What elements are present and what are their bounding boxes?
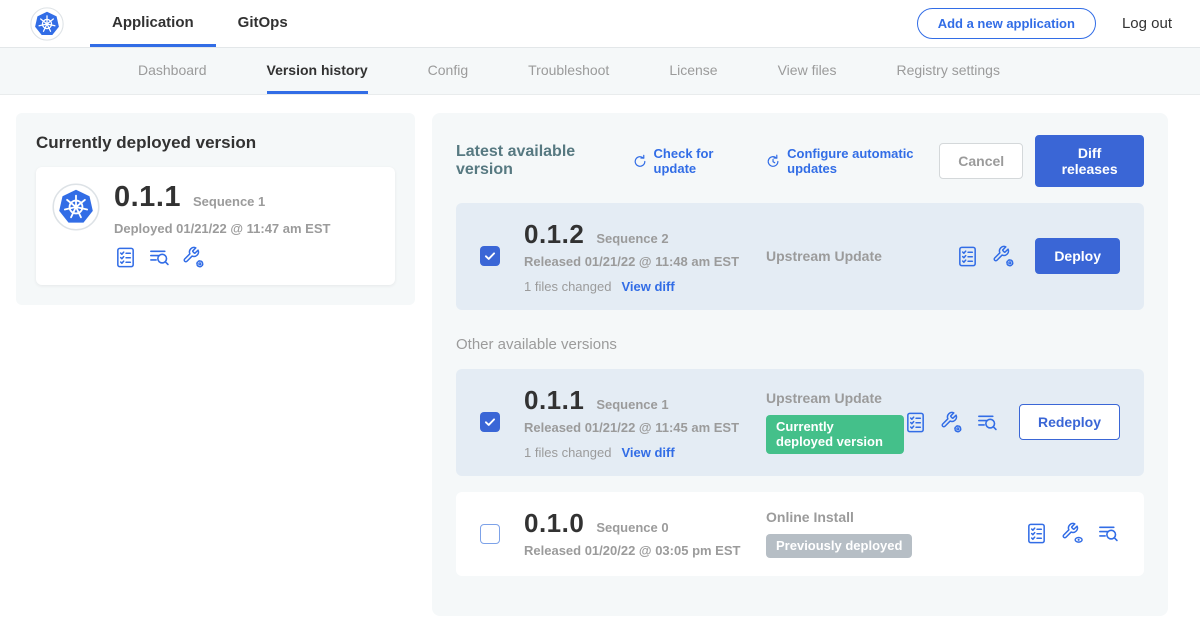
top-nav: Application GitOps Add a new application… [0,0,1200,48]
logout-button[interactable]: Log out [1122,15,1172,32]
other-available-versions-title: Other available versions [456,336,1144,353]
deploy-logs-icon[interactable] [148,246,171,269]
version-number: 0.1.1 [524,385,584,416]
released-timestamp: Released 01/21/22 @ 11:45 am EST [524,420,742,437]
version-source-label: Upstream Update [766,390,904,406]
files-changed-label: 1 files changed [524,279,611,294]
deploy-button[interactable]: Deploy [1035,238,1120,274]
sequence-label: Sequence 1 [596,397,668,412]
tab-troubleshoot[interactable]: Troubleshoot [528,48,609,94]
tab-license[interactable]: License [669,48,717,94]
tab-config[interactable]: Config [428,48,468,94]
app-logo [0,0,90,47]
preflight-checklist-icon[interactable] [1025,522,1048,545]
version-number: 0.1.2 [524,219,584,250]
currently-deployed-title: Currently deployed version [36,133,395,153]
kubernetes-logo-icon [30,7,64,41]
add-new-application-button[interactable]: Add a new application [917,8,1096,39]
diff-releases-button[interactable]: Diff releases [1035,135,1144,187]
configure-automatic-updates-label: Configure automatic updates [787,146,939,176]
redeploy-button[interactable]: Redeploy [1019,404,1120,440]
checkmark-icon [483,415,497,429]
version-checkbox[interactable] [480,412,500,432]
version-source-label: Online Install [766,509,1025,525]
deployed-timestamp: Deployed 01/21/22 @ 11:47 am EST [114,221,330,236]
previously-deployed-badge: Previously deployed [766,534,912,558]
currently-deployed-panel: Currently deployed version 0.1.1 Sequenc… [16,113,415,305]
sequence-label: Sequence 2 [596,231,668,246]
nav-tab-gitops[interactable]: GitOps [216,0,310,47]
latest-available-title: Latest available version [456,143,610,179]
edit-config-icon[interactable] [992,245,1015,268]
deploy-logs-icon[interactable] [976,411,999,434]
nav-tab-application[interactable]: Application [90,0,216,47]
app-sub-nav: Dashboard Version history Config Trouble… [0,48,1200,95]
currently-deployed-badge: Currently deployed version [766,415,904,454]
files-changed-label: 1 files changed [524,445,611,460]
deployed-sequence-label: Sequence 1 [193,194,265,209]
view-diff-link[interactable]: View diff [621,445,674,460]
version-checkbox[interactable] [480,246,500,266]
deployed-version-number: 0.1.1 [114,181,181,214]
version-row-0-1-1: 0.1.1 Sequence 1 Released 01/21/22 @ 11:… [456,369,1144,476]
edit-config-icon[interactable] [182,246,205,269]
preflight-checklist-icon[interactable] [904,411,927,434]
checkmark-icon [483,249,497,263]
version-checkbox[interactable] [480,524,500,544]
version-number: 0.1.0 [524,508,584,539]
version-row-0-1-2: 0.1.2 Sequence 2 Released 01/21/22 @ 11:… [456,203,1144,310]
preflight-checklist-icon[interactable] [956,245,979,268]
configure-automatic-updates-link[interactable]: Configure automatic updates [765,146,939,176]
check-for-update-link[interactable]: Check for update [632,146,744,176]
clock-refresh-icon [765,152,781,171]
tab-registry-settings[interactable]: Registry settings [896,48,999,94]
version-source-label: Upstream Update [766,248,956,264]
deployed-version-card: 0.1.1 Sequence 1 Deployed 01/21/22 @ 11:… [36,167,395,285]
version-row-0-1-0: 0.1.0 Sequence 0 Released 01/20/22 @ 03:… [456,492,1144,576]
refresh-icon [632,152,648,171]
released-timestamp: Released 01/21/22 @ 11:48 am EST [524,254,742,271]
preflight-checklist-icon[interactable] [114,246,137,269]
sequence-label: Sequence 0 [596,520,668,535]
kubernetes-app-icon [52,183,100,231]
view-config-icon[interactable] [1061,522,1084,545]
check-for-update-label: Check for update [654,146,744,176]
tab-version-history[interactable]: Version history [267,48,368,94]
released-timestamp: Released 01/20/22 @ 03:05 pm EST [524,543,742,560]
deploy-logs-icon[interactable] [1097,522,1120,545]
view-diff-link[interactable]: View diff [621,279,674,294]
tab-view-files[interactable]: View files [778,48,837,94]
version-history-panel: Latest available version Check for updat… [432,113,1168,616]
tab-dashboard[interactable]: Dashboard [138,48,207,94]
cancel-button[interactable]: Cancel [939,143,1023,179]
edit-config-icon[interactable] [940,411,963,434]
